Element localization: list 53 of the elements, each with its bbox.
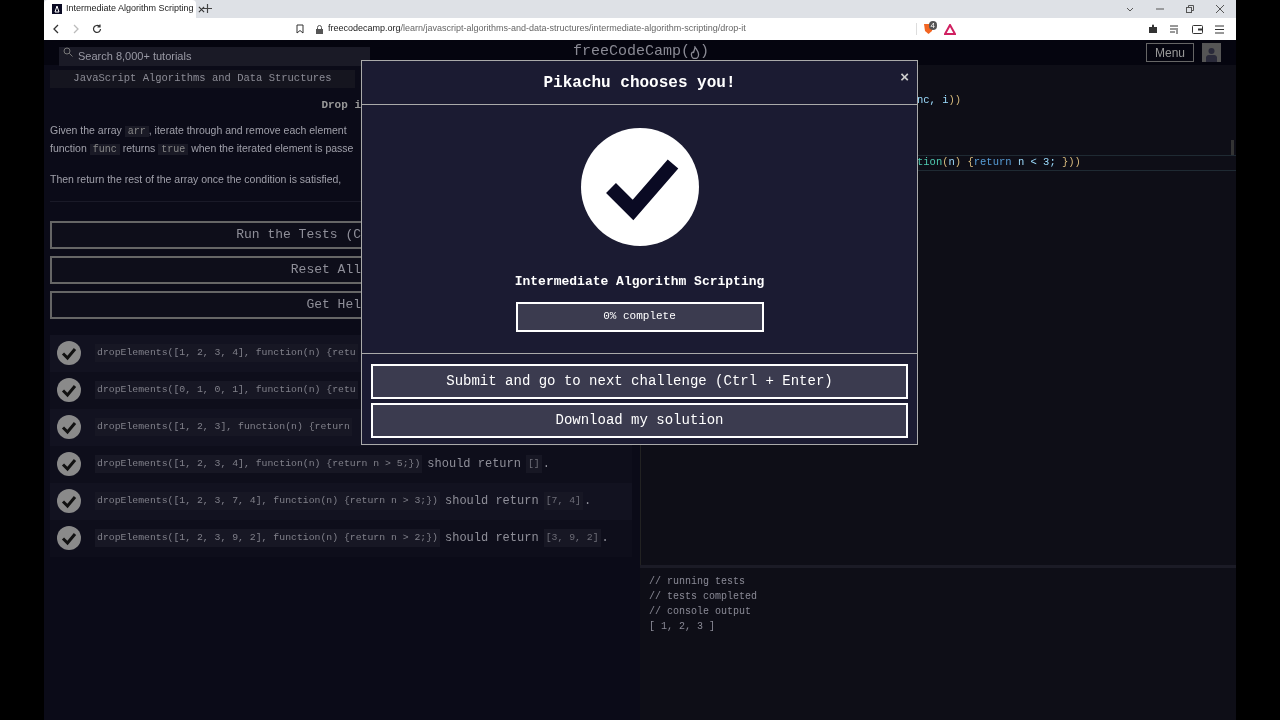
block-name: Intermediate Algorithm Scripting <box>514 273 765 291</box>
modal-title: Pikachu chooses you! <box>543 72 736 94</box>
description-paragraph: Then return the rest of the array once the condition is satisfied, <box>50 171 343 187</box>
menu-button[interactable]: Menu <box>1145 43 1194 62</box>
test-text: should return <box>445 530 539 547</box>
bookmark-icon[interactable] <box>296 24 304 34</box>
restore-icon[interactable] <box>1186 5 1194 13</box>
search-icon <box>63 47 73 57</box>
code-snippet: [3, 9, 2] <box>543 528 601 548</box>
search-field[interactable]: Search 8,000+ tutorials <box>59 46 370 66</box>
tab-title: Intermediate Algorithm Scripting <box>66 2 194 16</box>
address-bar[interactable]: freecodecamp.org/learn/javascript-algorithms-and-data-structures/intermediate-algorithm-scripting/drop-it <box>328 22 746 36</box>
action-button[interactable]: Get Hel <box>50 290 361 319</box>
console-line: // tests completed <box>649 590 758 604</box>
menu-icon[interactable] <box>1215 24 1224 34</box>
check-circle-icon <box>580 128 699 246</box>
back-icon[interactable] <box>52 24 60 34</box>
code-snippet: dropElements([1, 2, 3, 9, 2], function(n) {return n > 2;}) <box>95 528 440 548</box>
breadcrumb[interactable]: JavaScript Algorithms and Data Structures <box>50 70 355 88</box>
description-paragraph: Given the array arr , iterate through and remove each element function func returns true when the iterated element is passe <box>50 122 355 157</box>
modal-button[interactable]: Submit and go to next challenge (Ctrl + Enter) <box>371 364 908 399</box>
test-text: should return <box>427 456 521 473</box>
chevron-down-icon[interactable] <box>1126 6 1134 12</box>
code-snippet: [] <box>526 454 542 474</box>
triangle-logo-icon[interactable] <box>944 23 956 35</box>
action-button[interactable]: Reset All <box>50 255 361 284</box>
code-snippet: [7, 4] <box>543 491 583 511</box>
code-snippet: dropElements([1, 2, 3, 7, 4], function(n) {return n > 3;}) <box>95 491 440 511</box>
period-text: . <box>601 530 609 547</box>
code-line: nc, i)) <box>916 93 963 109</box>
period-text: . <box>542 456 550 473</box>
lock-icon <box>316 24 323 34</box>
code-snippet: dropElements([1, 2, 3, 4], function(n) {retu <box>95 343 358 363</box>
action-button[interactable]: Run the Tests (C <box>50 220 361 249</box>
close-button[interactable]: × <box>900 69 909 84</box>
logo-text: freeCodeCamp( <box>573 42 691 63</box>
wallet-icon[interactable] <box>1192 24 1203 34</box>
code-snippet: dropElements([1, 2, 3], function(n) {return <box>95 417 352 437</box>
code-snippet: dropElements([1, 2, 3, 4], function(n) {return n > 5;}) <box>95 454 423 474</box>
console-line: // running tests <box>649 575 745 589</box>
test-text: should return <box>445 493 539 510</box>
period-text: . <box>583 493 592 510</box>
modal-button[interactable]: Download my solution <box>371 403 908 438</box>
reload-icon[interactable] <box>92 24 102 34</box>
code-snippet: dropElements([0, 1, 0, 1], function(n) {retu <box>95 380 358 400</box>
progress-label: 0% complete <box>603 309 676 325</box>
console-line: [ 1, 2, 3 ] <box>649 620 715 634</box>
console-line: // console output <box>649 605 752 619</box>
logo-text: ) <box>700 42 710 63</box>
shield-count-badge: 4 <box>928 21 937 30</box>
challenge-title: Drop i <box>321 98 361 113</box>
flame-icon <box>690 46 701 59</box>
playlist-icon[interactable] <box>1170 24 1180 34</box>
